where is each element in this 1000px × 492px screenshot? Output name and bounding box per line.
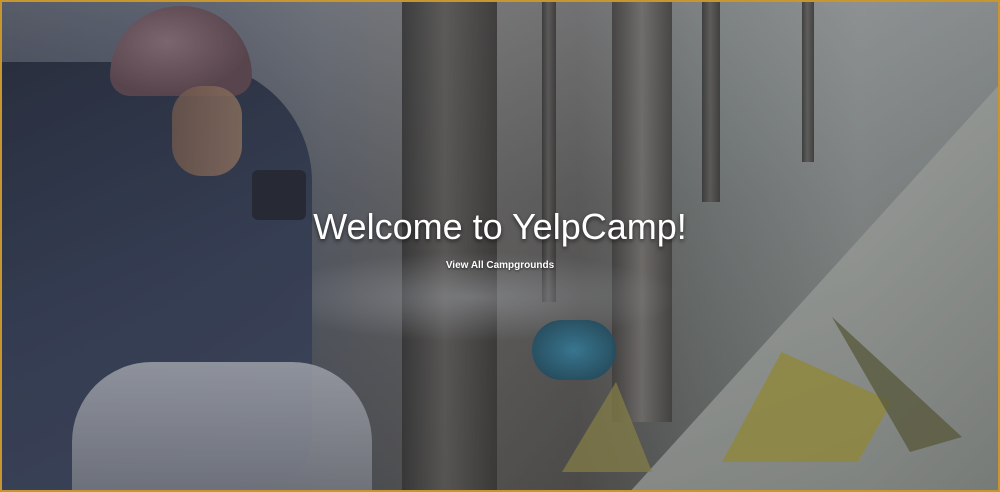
page-title: Welcome to YelpCamp! (313, 205, 687, 247)
hero-cover: Welcome to YelpCamp! View All Campground… (2, 2, 998, 490)
landing-page: Welcome to YelpCamp! View All Campground… (0, 0, 1000, 492)
view-all-campgrounds-link[interactable]: View All Campgrounds (442, 258, 558, 273)
